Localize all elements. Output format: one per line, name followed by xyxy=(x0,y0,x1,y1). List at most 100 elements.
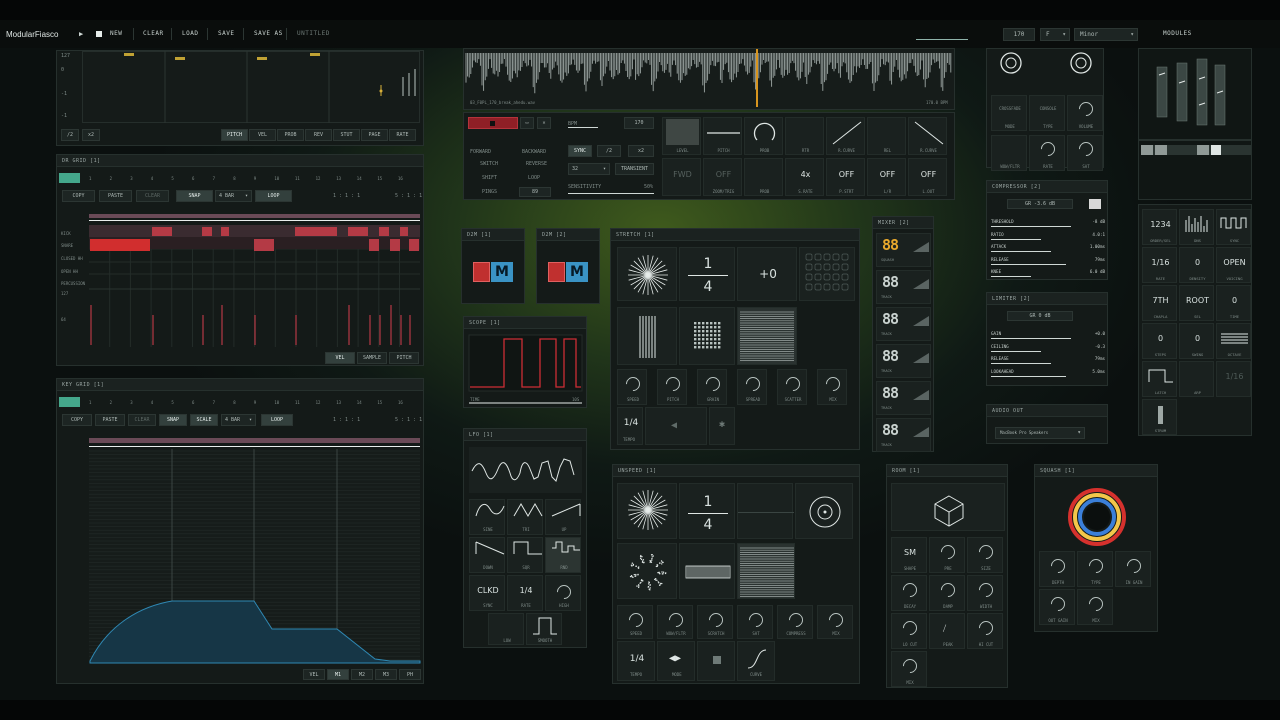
mangle-control[interactable]: SAT xyxy=(1067,135,1103,171)
mangle-control[interactable]: WOW/FLTR xyxy=(991,135,1027,171)
lfo-shape-down[interactable]: DOWN xyxy=(469,537,505,573)
arp-control[interactable]: DNS xyxy=(1179,209,1214,245)
fraction-display[interactable]: 1 4 xyxy=(679,483,735,539)
param-slider[interactable] xyxy=(991,276,1031,277)
slice-count[interactable]: 89 xyxy=(519,187,551,197)
arp-control[interactable]: OPEN VOICING xyxy=(1216,247,1251,283)
scale-select[interactable]: Minor ▾ xyxy=(1074,28,1138,41)
tab-vel[interactable]: VEL xyxy=(325,352,355,364)
stop-control[interactable] xyxy=(697,641,735,681)
param-slider[interactable] xyxy=(991,251,1051,252)
arp-control[interactable]: 0 DENSITY xyxy=(1179,247,1214,283)
arp-control[interactable]: 1/16 xyxy=(1216,361,1251,397)
new-button[interactable]: NEW xyxy=(110,30,122,37)
param-slider[interactable] xyxy=(991,238,1041,240)
pad-grid[interactable] xyxy=(799,247,855,301)
arp-control[interactable]: 0 TIME xyxy=(1216,285,1251,321)
room-control[interactable]: DAMP xyxy=(929,575,965,611)
squash-control[interactable]: IN GAIN xyxy=(1115,551,1151,587)
sampler-option[interactable]: PROB xyxy=(744,158,783,196)
sampler-control[interactable]: R.CURVE xyxy=(908,117,947,155)
lfo-shape-rnd[interactable]: RND xyxy=(545,537,581,573)
offset-display[interactable]: +0 xyxy=(737,247,797,301)
lfo-param[interactable]: SMOOTH xyxy=(526,613,562,645)
mangle-control[interactable]: VOLUME xyxy=(1067,95,1103,131)
stop-icon[interactable] xyxy=(96,31,102,37)
knob-sat[interactable]: SAT xyxy=(737,605,773,639)
arp-control[interactable]: SYNC xyxy=(1216,209,1251,245)
arp-control[interactable]: ROOT SEL xyxy=(1179,285,1214,321)
tab-pitch[interactable]: PITCH xyxy=(221,129,248,141)
save-button[interactable]: SAVE xyxy=(218,30,234,37)
arp-control[interactable]: 1234 ORDER/SEL xyxy=(1142,209,1177,245)
clear-button[interactable]: CLEAR xyxy=(143,30,164,37)
knob-mix[interactable]: MIX xyxy=(817,605,853,639)
output-device-select[interactable]: MacBook Pro Speakers ▾ xyxy=(995,427,1085,439)
tab-m1[interactable]: M1 xyxy=(327,669,349,680)
knob-grain[interactable]: GRAIN xyxy=(697,369,727,405)
bypass-toggle[interactable] xyxy=(1089,199,1101,209)
room-control[interactable]: DECAY xyxy=(891,575,927,611)
room-control[interactable]: SM SHAPE xyxy=(891,537,927,573)
tab-m3[interactable]: M3 xyxy=(375,669,397,680)
tab-prob[interactable]: PROB xyxy=(277,129,304,141)
folder-icon[interactable]: ▭ xyxy=(520,117,534,129)
room-control[interactable]: SIZE xyxy=(967,537,1003,573)
squash-control[interactable]: MIX xyxy=(1077,589,1113,625)
knob-scratch[interactable]: SCRATCH xyxy=(697,605,733,639)
knob-speed[interactable]: SPEED xyxy=(617,369,647,405)
mode-pings[interactable]: PINGS xyxy=(482,189,497,195)
tempo-control[interactable]: 1/4 TEMPO xyxy=(617,407,643,445)
mixer-channel[interactable]: 88 TRACK xyxy=(876,344,931,378)
mode-reverse[interactable]: REVERSE xyxy=(526,161,547,167)
sampler-control[interactable]: PITCH xyxy=(703,117,742,155)
division-select[interactable]: 32 ▾ xyxy=(568,163,610,175)
lfo-shape-up[interactable]: UP xyxy=(545,499,581,535)
modules-button[interactable]: MODULES xyxy=(1163,30,1192,37)
sampler-option[interactable]: 4x S.RATE xyxy=(785,158,824,196)
sync-button[interactable]: SYNC xyxy=(568,145,592,157)
mode-loop[interactable]: LOOP xyxy=(528,175,540,181)
lfo-shape-sine[interactable]: SINE xyxy=(469,499,505,535)
sampler-control[interactable]: PROB xyxy=(744,117,783,155)
mode-control[interactable]: ◀▶ MODE xyxy=(657,641,695,681)
save-as-button[interactable]: SAVE AS xyxy=(254,30,283,37)
load-button[interactable]: LOAD xyxy=(182,30,198,37)
room-control[interactable]: LO CUT xyxy=(891,613,927,649)
half-button[interactable]: /2 xyxy=(597,145,621,157)
tab-m2[interactable]: M2 xyxy=(351,669,373,680)
lfo-param[interactable]: HIGH xyxy=(545,575,581,611)
arp-control[interactable]: 0 SWING xyxy=(1179,323,1214,359)
tab-stut[interactable]: STUT xyxy=(333,129,360,141)
param-slider[interactable] xyxy=(991,350,1041,352)
curve-control[interactable]: CURVE xyxy=(737,641,775,681)
waveform-panel[interactable]: 03_F0PL_170_break_ahedu.wav 170.0 BPM xyxy=(463,48,955,110)
half-button[interactable]: /2 xyxy=(61,129,79,141)
knob-speed[interactable]: SPEED xyxy=(617,605,653,639)
tab-sample[interactable]: SAMPLE xyxy=(357,352,387,364)
mixer-channel[interactable]: 88 TRACK xyxy=(876,270,931,304)
tab-ph[interactable]: PH xyxy=(399,669,421,680)
mode-forward[interactable]: FORWARD xyxy=(470,149,491,155)
knob-pitch[interactable]: PITCH xyxy=(657,369,687,405)
squash-control[interactable]: TYPE xyxy=(1077,551,1113,587)
mixer-channel[interactable]: 88 TRACK xyxy=(876,381,931,415)
transient-button[interactable]: TRANSIENT xyxy=(615,163,654,175)
sampler-option[interactable]: OFF P.STRT xyxy=(826,158,865,196)
param-slider[interactable] xyxy=(991,226,1071,227)
mode-shift[interactable]: SHIFT xyxy=(482,175,497,181)
lfo-param[interactable]: LOW xyxy=(488,613,524,645)
bpm-field[interactable]: 170 xyxy=(1003,28,1035,41)
param-slider[interactable] xyxy=(991,363,1051,364)
squash-control[interactable]: DEPTH xyxy=(1039,551,1075,587)
sampler-control[interactable]: LEVEL xyxy=(662,117,701,155)
play-icon[interactable]: ▶ xyxy=(79,30,83,38)
sampler-option[interactable]: OFF L.OUT xyxy=(908,158,947,196)
mode-switch[interactable]: SWITCH xyxy=(480,161,498,167)
bpm-value[interactable]: 170 xyxy=(624,117,654,129)
double-button[interactable]: x2 xyxy=(82,129,100,141)
sampler-control[interactable]: RTR xyxy=(785,117,824,155)
mangle-control[interactable]: CONSOLE TYPE xyxy=(1029,95,1065,131)
sampler-option[interactable]: OFF L/R xyxy=(867,158,906,196)
sampler-control[interactable]: REL xyxy=(867,117,906,155)
